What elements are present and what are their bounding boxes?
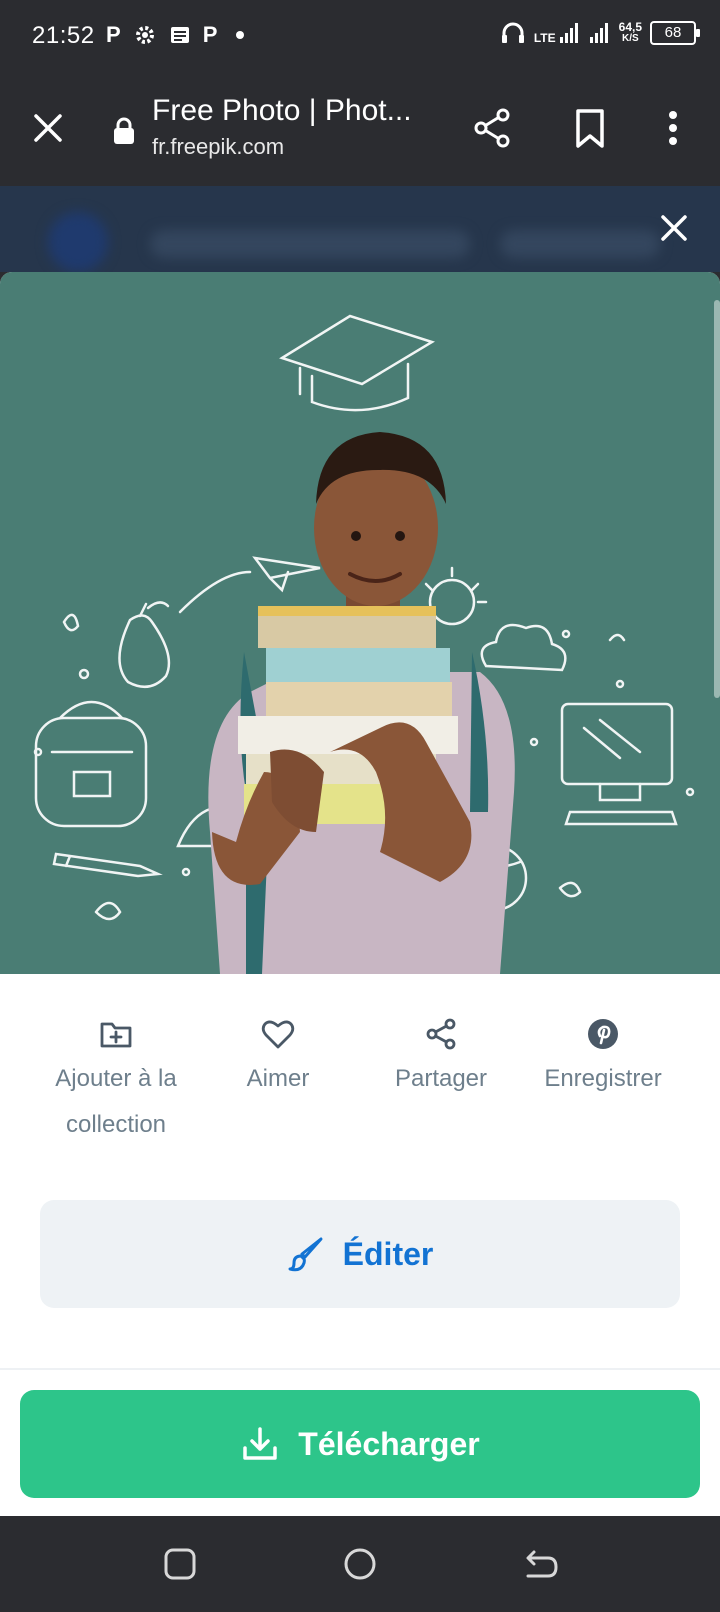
download-label: Télécharger <box>298 1425 480 1462</box>
download-icon <box>243 1427 278 1460</box>
bookmark-icon[interactable] <box>568 106 612 150</box>
share-icon[interactable] <box>470 106 514 150</box>
lte-indicator: LTE <box>534 22 581 44</box>
add-to-collection-button[interactable]: Ajouter à la collection <box>31 1016 201 1148</box>
gear-icon <box>135 26 154 44</box>
lte-label: LTE <box>533 31 556 45</box>
like-button[interactable]: Aimer <box>193 1016 363 1102</box>
browser-toolbar: Free Photo | Phot... fr.freepik.com <box>0 72 720 186</box>
p-icon: P <box>202 22 218 47</box>
edit-label: Éditer <box>342 1235 434 1272</box>
dimmed-page-background <box>0 186 720 272</box>
news-icon <box>170 27 189 43</box>
folder-plus-icon <box>100 1022 132 1048</box>
share-button[interactable]: Partager <box>356 1016 526 1102</box>
p-icon: P <box>106 22 121 47</box>
page-title: Free Photo | Phot... <box>152 94 412 127</box>
download-button[interactable]: Télécharger <box>20 1390 700 1498</box>
recent-apps-icon[interactable] <box>160 1544 200 1584</box>
speed-value: 64,5 <box>618 20 642 34</box>
page-url[interactable]: fr.freepik.com <box>152 134 284 160</box>
status-time: 21:52 <box>32 22 95 49</box>
blurred-logo <box>48 212 108 272</box>
headphones-icon <box>501 22 524 43</box>
like-label: Aimer <box>246 1065 310 1092</box>
signal-icon <box>559 23 578 43</box>
system-nav-bar <box>0 1516 720 1612</box>
action-row: Ajouter à la collection Aimer Partager E… <box>0 1016 720 1176</box>
image-detail-sheet: Ajouter à la collection Aimer Partager E… <box>0 272 720 1516</box>
home-icon[interactable] <box>340 1544 380 1584</box>
status-bar: 21:52 P P LTE 64,5 K/S 68 <box>0 0 720 72</box>
more-vert-icon[interactable] <box>658 106 688 150</box>
status-right: LTE 64,5 K/S 68 <box>500 20 700 46</box>
pinterest-icon <box>588 1019 618 1049</box>
blurred-menu <box>500 230 660 258</box>
scrollbar[interactable] <box>714 300 720 698</box>
signal-icon <box>589 23 608 43</box>
battery-indicator: 68 <box>650 21 700 45</box>
share-icon <box>426 1018 456 1050</box>
blurred-search <box>150 230 470 258</box>
speed-indicator: 64,5 K/S <box>619 21 642 45</box>
lock-icon <box>114 117 134 144</box>
notification-icons: P P <box>106 22 251 48</box>
close-modal-icon[interactable] <box>656 210 692 246</box>
save-label: Enregistrer <box>544 1065 662 1092</box>
add-to-collection-label: Ajouter à la collection <box>55 1065 177 1138</box>
photo-illustration <box>33 314 695 974</box>
speed-unit: K/S <box>621 33 639 44</box>
close-icon[interactable] <box>28 108 68 148</box>
dot-icon <box>236 31 245 39</box>
edit-button[interactable]: Éditer <box>40 1200 680 1308</box>
brush-icon <box>288 1237 323 1272</box>
preview-photo[interactable] <box>0 272 720 974</box>
divider <box>0 1368 720 1370</box>
back-icon[interactable] <box>520 1544 560 1584</box>
share-label: Partager <box>394 1065 488 1092</box>
save-pinterest-button[interactable]: Enregistrer <box>518 1016 688 1102</box>
heart-icon <box>261 1020 295 1049</box>
student-figure <box>208 432 515 974</box>
